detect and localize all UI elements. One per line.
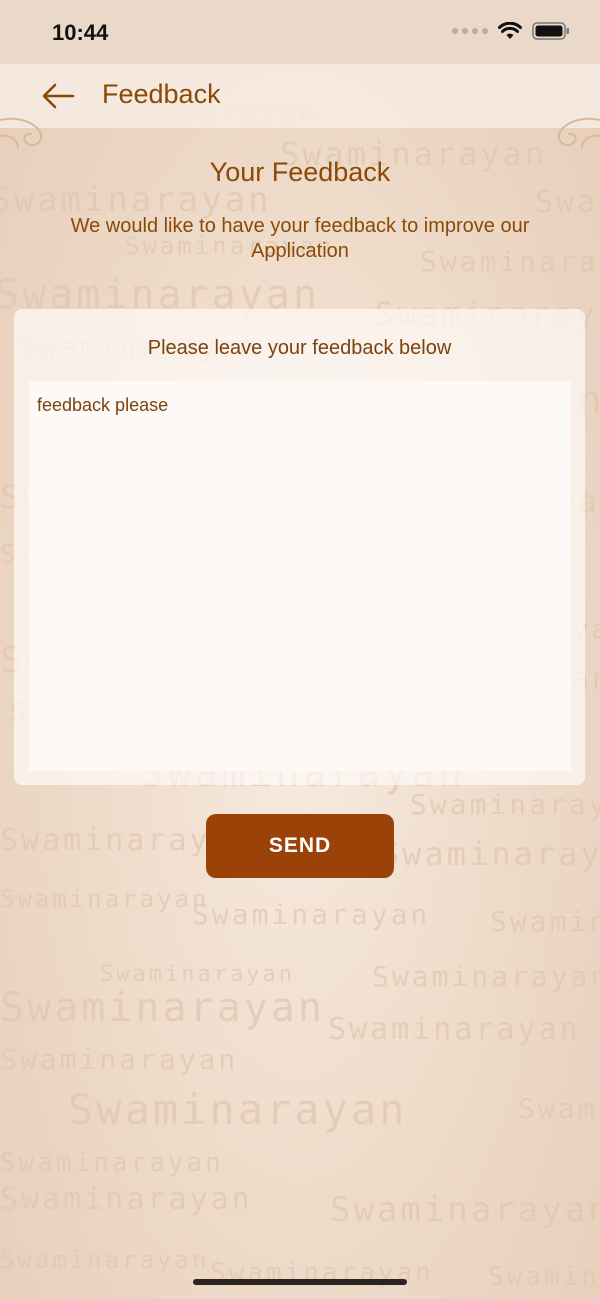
send-button[interactable]: SEND: [206, 814, 394, 878]
status-bar: 10:44: [0, 0, 600, 64]
watermark-text: Swaminarayan: [0, 1043, 239, 1076]
feedback-prompt-label: Please leave your feedback below: [147, 337, 452, 359]
watermark-text: Swaminarayan: [68, 1085, 408, 1134]
feedback-textarea[interactable]: feedback please: [29, 381, 571, 771]
watermark-text: Swaminarayan: [410, 788, 600, 821]
battery-icon: [532, 22, 569, 40]
watermark-text: Swaminarayan: [0, 985, 325, 1031]
feedback-heading: Your Feedback: [209, 157, 391, 187]
watermark-text: Swaminarayan: [192, 898, 431, 931]
watermark-text: Swaminarayan: [328, 1012, 581, 1047]
watermark-text: Swaminarayan: [372, 960, 600, 993]
watermark-text: Swaminarayan: [330, 1190, 600, 1230]
watermark-text: Swaminarayan: [518, 1092, 600, 1125]
watermark-text: Swaminarayan: [380, 835, 600, 873]
watermark-text: Swaminarayan: [0, 885, 210, 913]
status-icons: [452, 22, 570, 40]
navigation-bar: Feedback: [0, 64, 600, 149]
feedback-subtitle: We would like to have your feedback to i…: [70, 215, 530, 262]
feedback-card: Please leave your feedback below feedbac…: [14, 309, 585, 785]
watermark-text: Swaminarayan: [490, 905, 600, 938]
cellular-dots-icon: [452, 28, 488, 34]
page-title: Feedback: [102, 79, 221, 109]
watermark-text: Swaminarayan: [0, 1148, 224, 1178]
watermark-text: Swaminarayan: [0, 1182, 253, 1217]
status-time: 10:44: [52, 20, 109, 45]
arrow-left-icon: [42, 83, 75, 109]
wifi-icon: [498, 22, 522, 39]
back-button[interactable]: [40, 80, 76, 112]
watermark-text: Swaminarayan: [488, 1262, 600, 1292]
watermark-text: Swaminarayan: [0, 1246, 210, 1274]
home-indicator: [193, 1279, 407, 1285]
watermark-text: Swaminarayan: [100, 962, 295, 987]
